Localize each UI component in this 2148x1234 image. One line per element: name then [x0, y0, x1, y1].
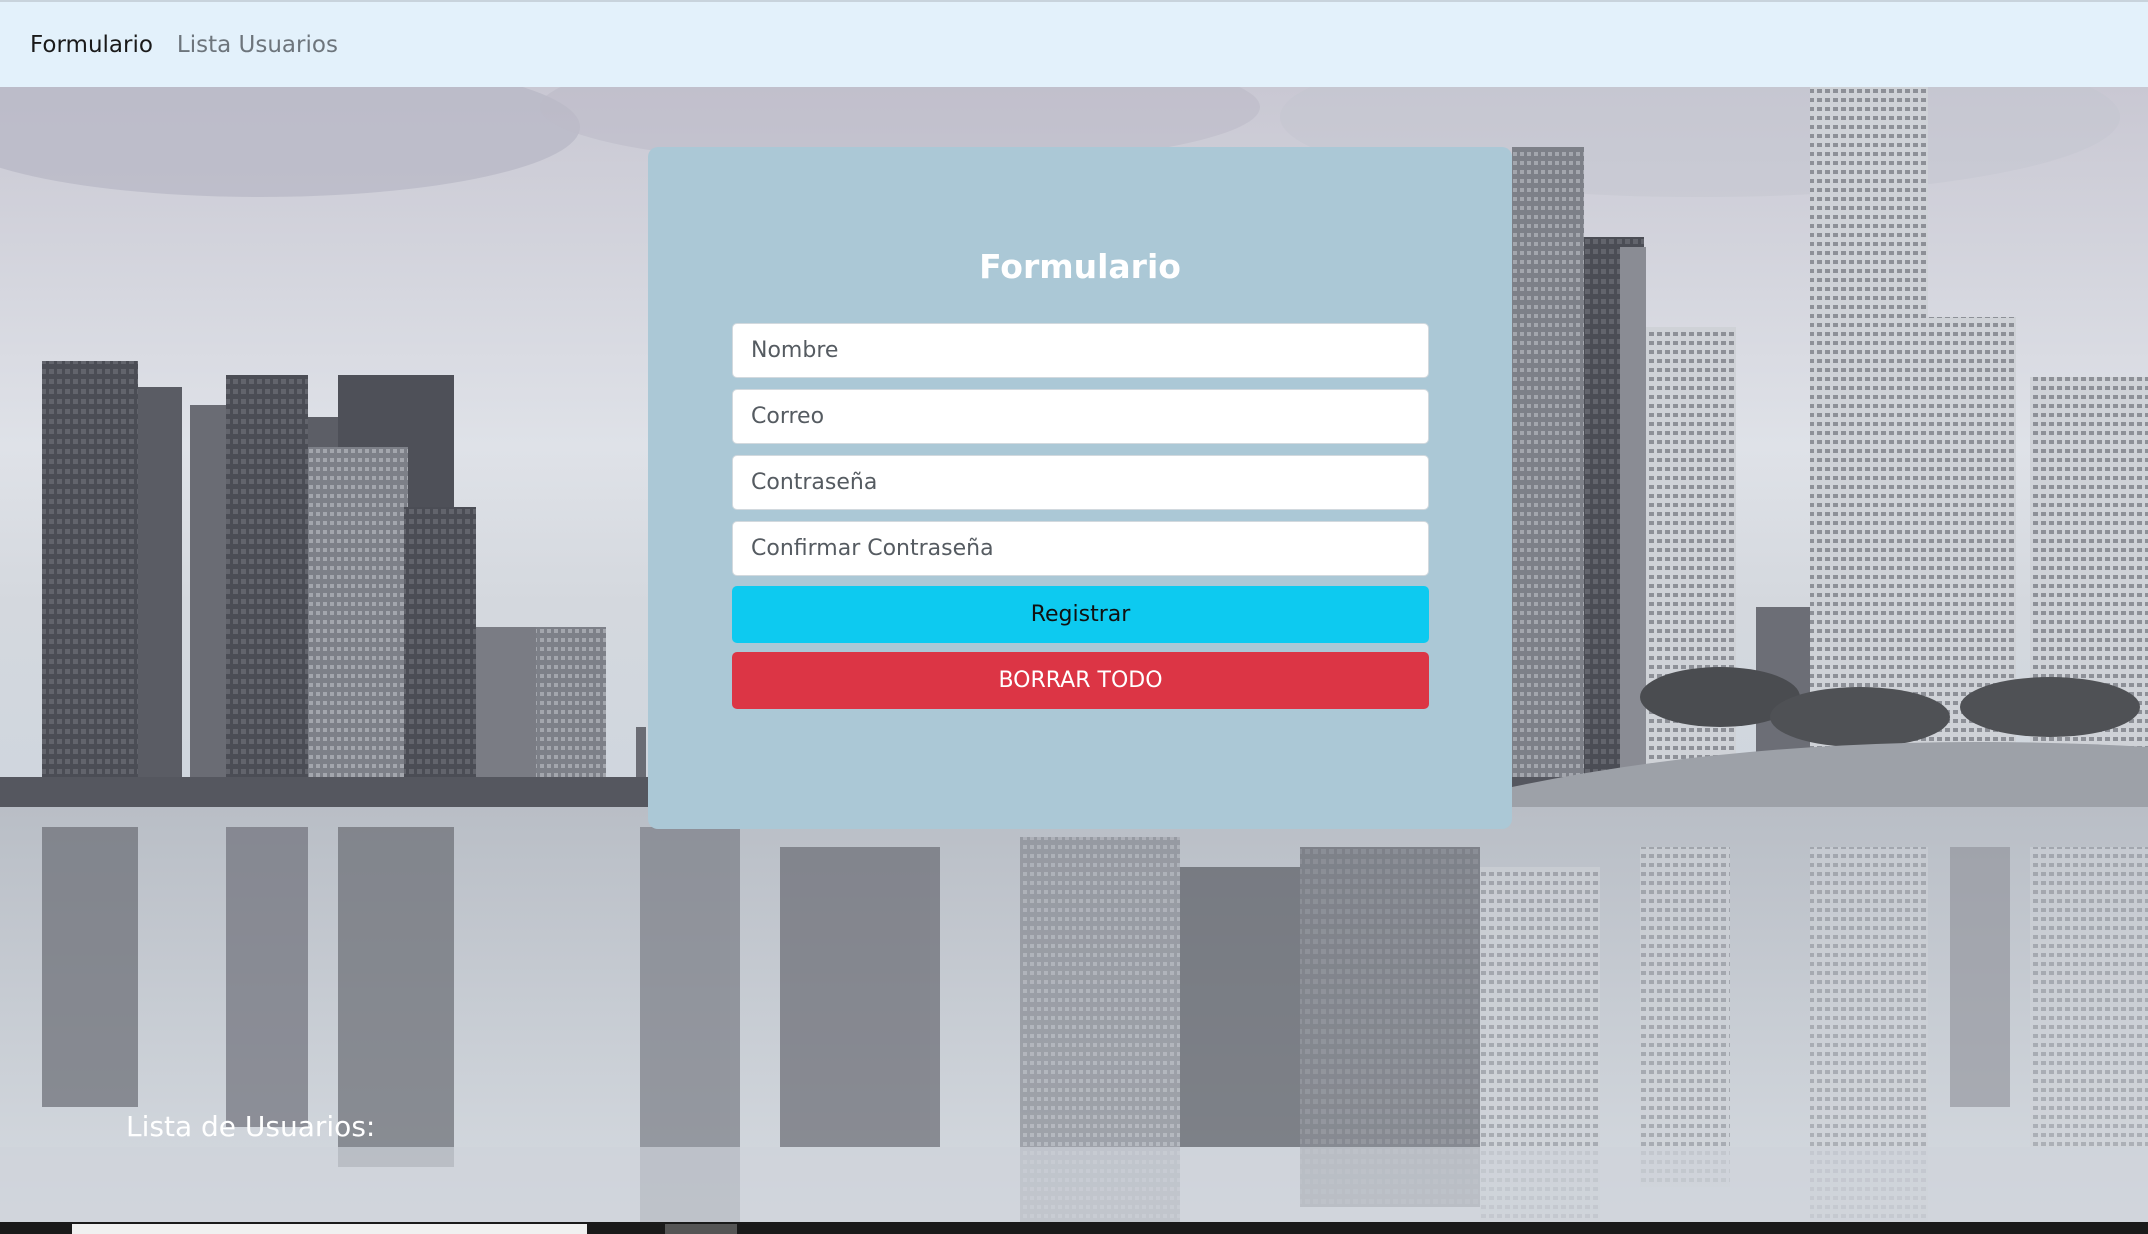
nombre-input[interactable] [732, 323, 1429, 378]
form-card: Formulario Registrar BORRAR TODO [648, 147, 1512, 829]
correo-input[interactable] [732, 389, 1429, 444]
nav-link-lista-usuarios[interactable]: Lista Usuarios [177, 32, 338, 58]
taskbar-segment [72, 1224, 587, 1234]
lista-usuarios-heading: Lista de Usuarios: [126, 1110, 376, 1143]
confirmar-contrasena-input[interactable] [732, 521, 1429, 576]
borrar-todo-button[interactable]: BORRAR TODO [732, 652, 1429, 709]
page: Formulario Lista Usuarios Formulario Nom… [0, 0, 2148, 1234]
top-navbar: Formulario Lista Usuarios [0, 0, 2148, 87]
contrasena-input[interactable] [732, 455, 1429, 510]
taskbar-segment [665, 1224, 737, 1234]
form-title: Formulario [979, 247, 1181, 286]
nav-link-formulario[interactable]: Formulario [30, 32, 153, 58]
registrar-button[interactable]: Registrar [732, 586, 1429, 643]
bottom-taskbar-edge [0, 1222, 2148, 1234]
